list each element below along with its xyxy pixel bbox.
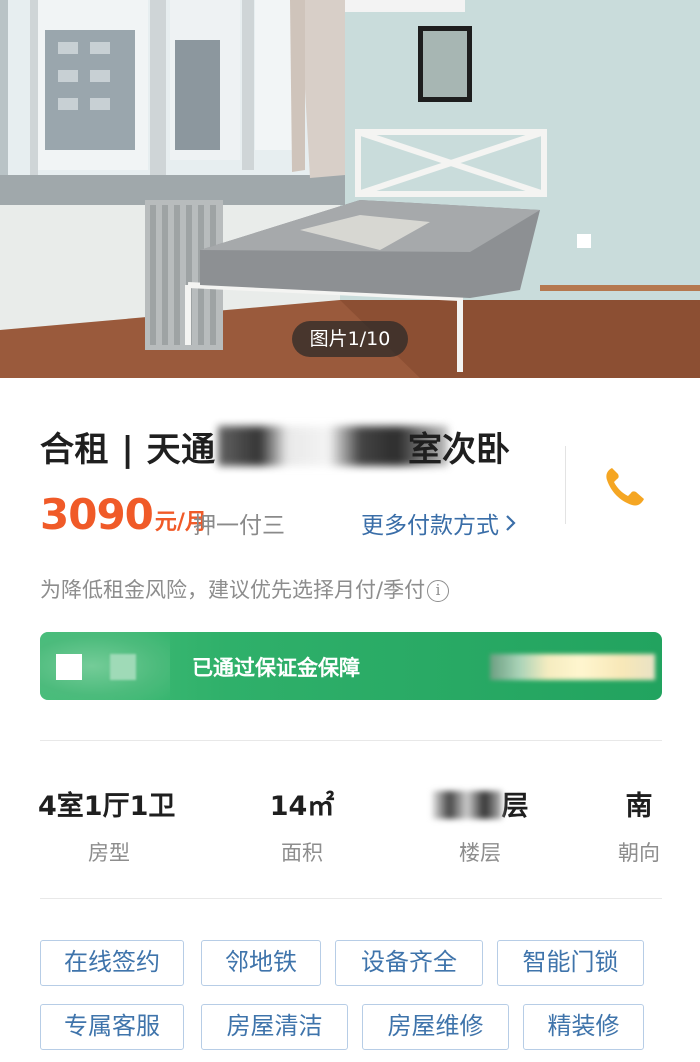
- payment-tip-text: 为降低租金风险，建议优先选择月付/季付: [40, 578, 426, 602]
- tag-smart-lock: 智能门锁: [497, 940, 644, 986]
- tag-house-repair: 房屋维修: [362, 1004, 509, 1050]
- stat-orientation-label: 朝向: [618, 841, 660, 865]
- stat-layout-value: 4室1厅1卫: [38, 791, 176, 822]
- stat-orientation: 南 朝向: [604, 784, 674, 867]
- stat-area-label: 面积: [281, 841, 323, 865]
- tag-dedicated-service: 专属客服: [40, 1004, 184, 1050]
- tag-near-subway: 邻地铁: [201, 940, 321, 986]
- tag-fine-decoration: 精装修: [523, 1004, 644, 1050]
- payment-tip: 为降低租金风险，建议优先选择月付/季付 i: [40, 574, 450, 604]
- photo-counter: 图片1/10: [292, 321, 408, 357]
- stat-floor-label: 楼层: [459, 841, 501, 865]
- price-value: 3090: [40, 490, 154, 539]
- stat-area: 14㎡ 面积: [252, 784, 352, 867]
- phone-icon: [606, 468, 644, 506]
- banner-logo-mark: [56, 654, 82, 680]
- call-button[interactable]: [596, 458, 652, 514]
- price-row: 3090元/月: [40, 490, 207, 546]
- banner-text: 已通过保证金保障: [192, 656, 360, 680]
- stat-layout-label: 房型: [88, 841, 130, 865]
- vertical-divider: [565, 446, 566, 524]
- stat-floor: 层 楼层: [420, 784, 540, 867]
- listing-photo[interactable]: 图片1/10: [0, 0, 700, 378]
- deposit-terms: 押一付三: [193, 513, 285, 539]
- tag-house-cleaning: 房屋清洁: [201, 1004, 348, 1050]
- listing-title-suffix: 室次卧: [408, 430, 510, 470]
- stat-orientation-value: 南: [625, 791, 653, 822]
- stat-area-value: 14㎡: [269, 791, 335, 822]
- banner-logo-mark-2: [110, 654, 136, 680]
- info-icon[interactable]: i: [427, 580, 450, 602]
- stat-floor-value: 层: [420, 784, 540, 823]
- stat-layout: 4室1厅1卫 房型: [38, 784, 188, 867]
- divider: [40, 740, 662, 741]
- chevron-right-icon: [506, 515, 516, 531]
- divider: [40, 898, 662, 899]
- tag-full-appliances: 设备齐全: [335, 940, 483, 986]
- more-payment-label: 更多付款方式: [361, 513, 499, 539]
- listing-title: 合租 | 天通: [40, 430, 216, 470]
- more-payment-link[interactable]: 更多付款方式: [361, 506, 517, 540]
- tag-online-signing: 在线签约: [40, 940, 184, 986]
- banner-redacted-blur: [490, 654, 655, 680]
- floor-redacted-blur: [431, 791, 502, 819]
- deposit-guarantee-banner[interactable]: 已通过保证金保障: [40, 632, 662, 700]
